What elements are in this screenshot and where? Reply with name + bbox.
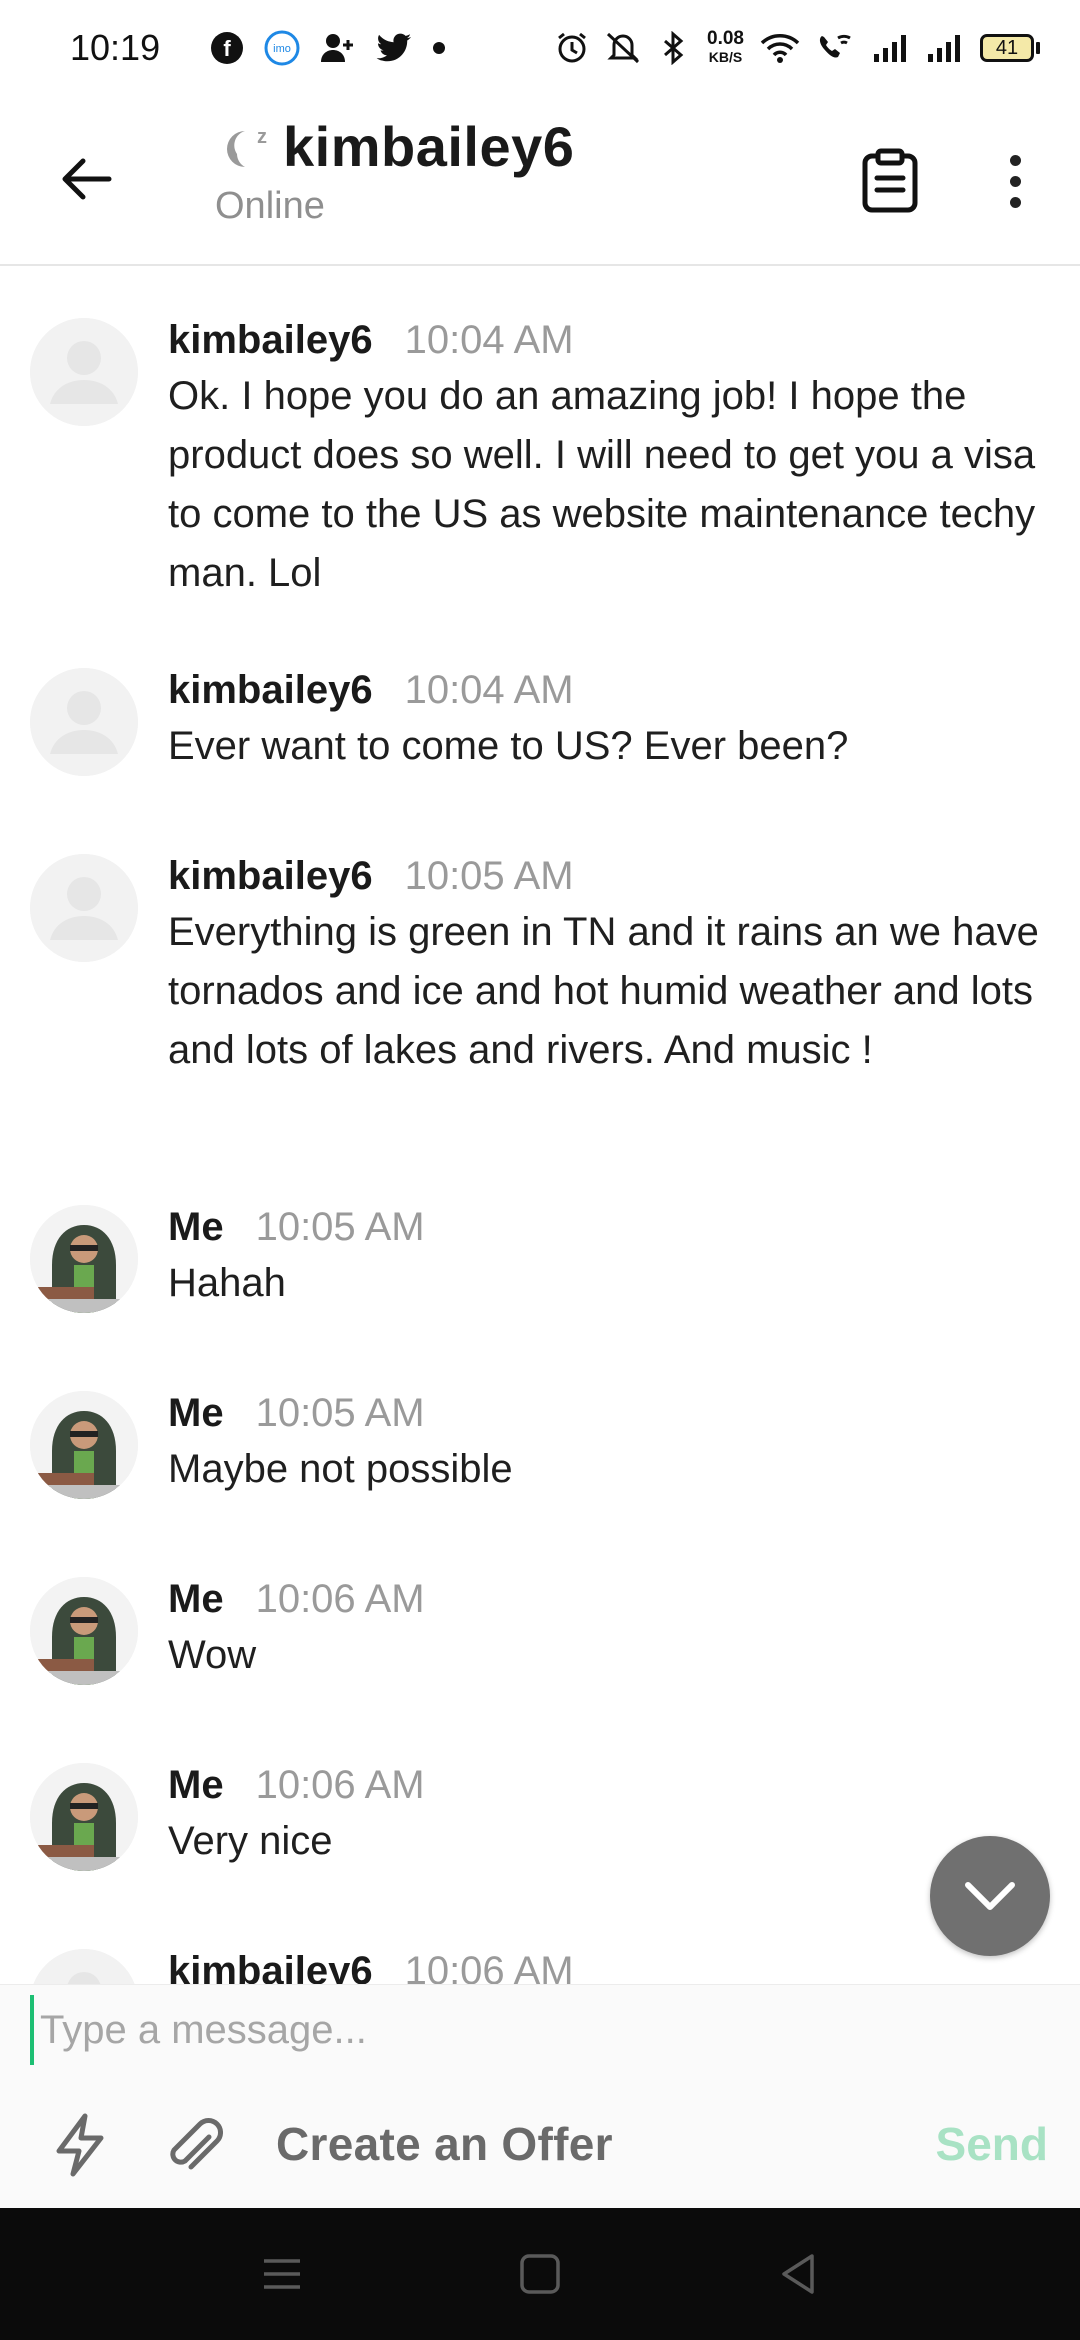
notification-dot-icon: [432, 41, 446, 55]
message-sender: Me: [168, 1391, 224, 1435]
composer-toolbar: Create an Offer Send: [0, 2095, 1080, 2195]
back-button[interactable]: [50, 144, 120, 214]
message-time: 10:06 AM: [255, 1577, 425, 1621]
user-avatar[interactable]: [30, 1763, 138, 1871]
contact-info[interactable]: z kimbailey6 Online: [215, 114, 574, 228]
scroll-to-bottom-button[interactable]: [930, 1836, 1050, 1956]
message-time: 10:05 AM: [404, 854, 574, 898]
user-avatar[interactable]: [30, 1205, 138, 1313]
message-text: Maybe not possible: [168, 1447, 513, 1491]
message-composer: Create an Offer Send: [0, 1984, 1080, 2208]
placeholder-avatar[interactable]: [30, 1949, 138, 1984]
user-avatar[interactable]: [30, 1391, 138, 1499]
message-time: 10:04 AM: [404, 318, 574, 362]
send-button[interactable]: Send: [936, 2117, 1048, 2171]
recent-apps-button[interactable]: [252, 2246, 312, 2302]
placeholder-avatar[interactable]: [30, 318, 138, 426]
message-text: Very nice: [168, 1819, 333, 1863]
net-speed-value: 0.08: [707, 28, 744, 49]
create-offer-button[interactable]: Create an Offer: [276, 2117, 613, 2171]
message-text: Wow: [168, 1633, 257, 1677]
chat-header: z kimbailey6 Online: [0, 96, 1080, 266]
bluetooth-icon: [657, 31, 691, 65]
message-sender: Me: [168, 1205, 224, 1249]
paperclip-icon: [170, 2118, 223, 2170]
status-time: 10:19: [70, 27, 161, 68]
message-sender: kimbailey6: [168, 668, 373, 712]
svg-text:z: z: [257, 126, 267, 148]
message-time: 10:05 AM: [255, 1391, 425, 1435]
message-text: Ok. I hope you do an amazing job! I hope…: [168, 374, 1036, 595]
message-time: 10:06 AM: [404, 1949, 574, 1984]
attach-file-button[interactable]: [158, 2107, 228, 2183]
more-vertical-icon: [1009, 154, 1021, 166]
wifi-icon: [760, 32, 800, 64]
placeholder-avatar[interactable]: [30, 854, 138, 962]
contact-status: Online: [215, 185, 325, 227]
net-speed-unit: KB/S: [708, 49, 743, 65]
message-text: Ever want to come to US? Ever been?: [168, 724, 849, 768]
message-time: 10:05 AM: [255, 1205, 425, 1249]
message-time: 10:06 AM: [255, 1763, 425, 1807]
message-list[interactable]: kimbailey6 10:04 AM Ok. I hope you do an …: [0, 268, 1080, 1984]
wifi-calling-icon: [816, 32, 856, 64]
square-icon: [520, 2254, 560, 2294]
contact-name: kimbailey6: [283, 115, 575, 178]
svg-text:f: f: [223, 36, 231, 61]
triangle-back-icon: [782, 2254, 814, 2294]
lightning-icon: [56, 2113, 104, 2177]
user-avatar[interactable]: [30, 1577, 138, 1685]
svg-text:imo: imo: [273, 43, 291, 55]
away-status-icon: z: [227, 126, 267, 167]
alarm-icon: [555, 31, 589, 65]
battery-icon: 41: [980, 34, 1040, 62]
nav-back-button[interactable]: [768, 2246, 828, 2302]
message-sender: kimbailey6: [168, 854, 373, 898]
signal-2-icon: [926, 32, 964, 64]
message-input[interactable]: [30, 1995, 1050, 2065]
more-options-button[interactable]: [990, 146, 1040, 216]
message-sender: kimbailey6: [168, 318, 373, 362]
imo-icon: imo: [264, 30, 300, 66]
network-speed: 0.08 KB/S: [707, 28, 744, 66]
signal-1-icon: [872, 32, 910, 64]
battery-level: 41: [980, 34, 1034, 62]
order-details-button[interactable]: [855, 146, 925, 216]
message-text: Everything is green in TN and it rains a…: [168, 910, 1039, 1072]
message-text: Hahah: [168, 1261, 286, 1305]
menu-icon: [264, 2259, 300, 2289]
status-bar: 10:19 f imo 0.08 KB/S 41: [0, 0, 1080, 96]
message-sender: Me: [168, 1763, 224, 1807]
mute-icon: [605, 31, 641, 65]
message-sender: kimbailey6: [168, 1949, 373, 1984]
facebook-icon: f: [210, 31, 244, 65]
placeholder-avatar[interactable]: [30, 668, 138, 776]
chevron-down-icon: [965, 1882, 1015, 1910]
home-button[interactable]: [510, 2246, 570, 2302]
message-time: 10:04 AM: [404, 668, 574, 712]
clipboard-icon: [862, 148, 918, 213]
quick-response-button[interactable]: [45, 2107, 115, 2183]
arrow-left-icon: [62, 158, 112, 200]
add-contact-icon: [320, 32, 356, 64]
system-nav-bar: [0, 2208, 1080, 2340]
message-sender: Me: [168, 1577, 224, 1621]
twitter-icon: [376, 33, 412, 63]
